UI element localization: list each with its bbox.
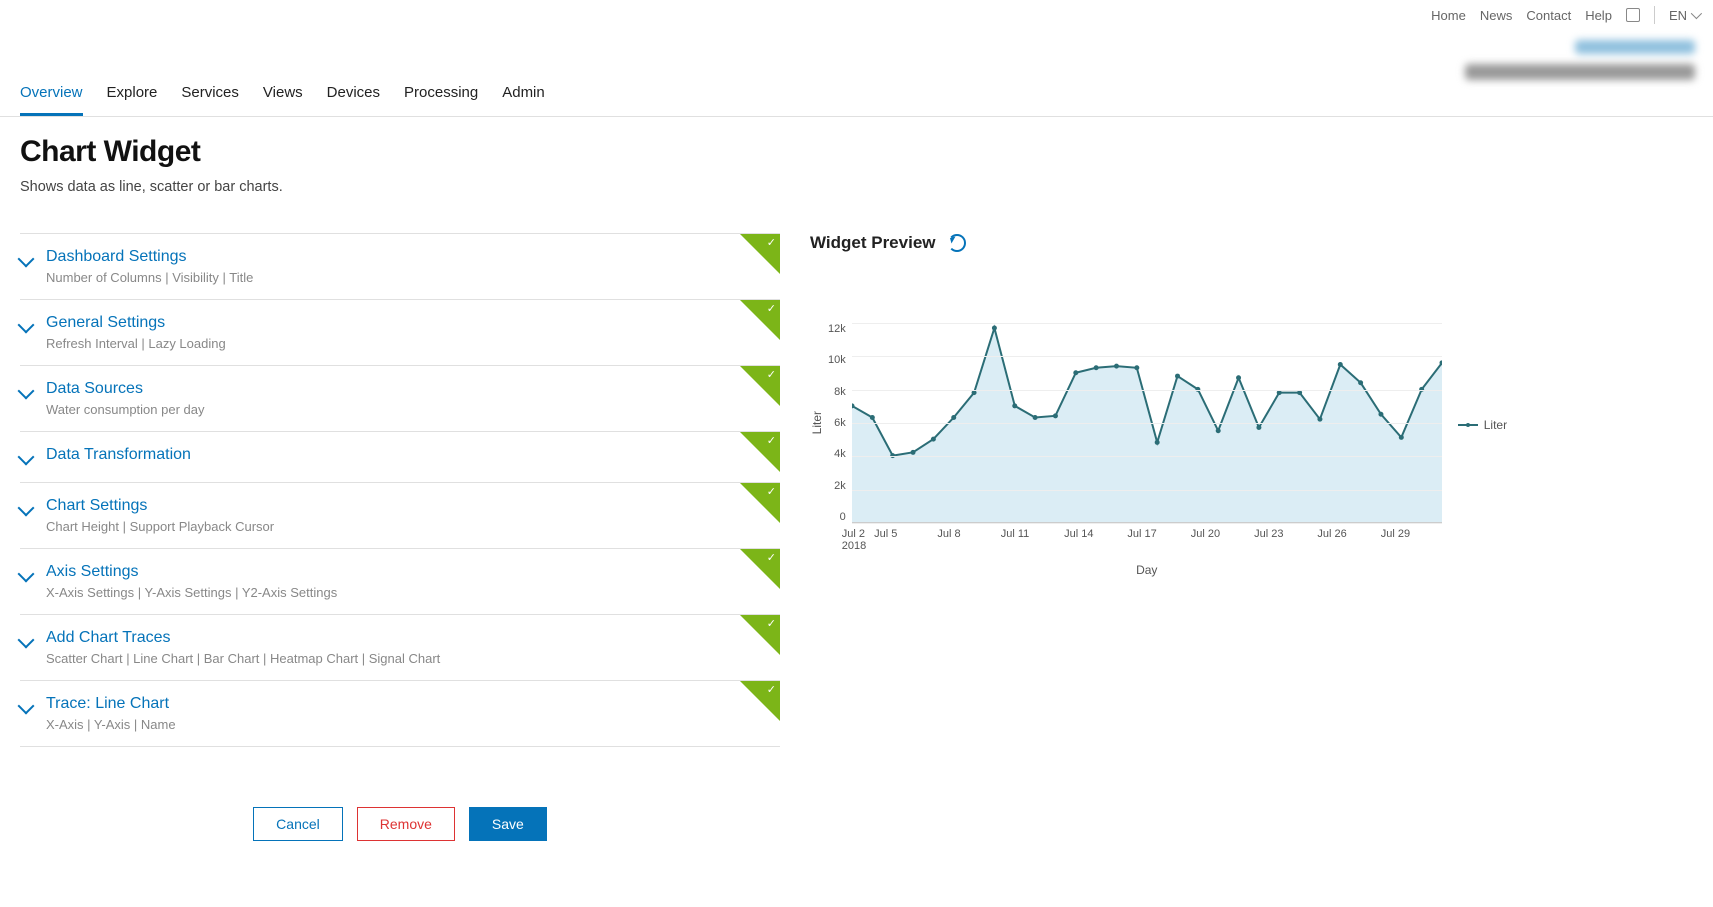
accordion-title: General Settings [46,314,226,332]
accordion-subtitle: X-Axis Settings | Y-Axis Settings | Y2-A… [46,585,337,600]
chevron-down-icon [18,632,35,649]
save-button[interactable]: Save [469,807,547,841]
accordion-item[interactable]: Add Chart Traces Scatter Chart | Line Ch… [20,614,780,680]
check-icon [740,366,780,406]
chevron-down-icon [18,566,35,583]
accordion-subtitle: Refresh Interval | Lazy Loading [46,336,226,351]
refresh-icon[interactable] [948,234,966,252]
accordion-title: Add Chart Traces [46,629,440,647]
x-tick: Jul 14 [1064,528,1124,540]
blurred-text [1575,40,1695,54]
x-tick: Jul 5 [874,528,934,540]
accordion-item[interactable]: Chart Settings Chart Height | Support Pl… [20,482,780,548]
chevron-down-icon [18,317,35,334]
accordion-title: Data Transformation [46,446,191,464]
x-tick: Jul 20 [1191,528,1251,540]
nav-processing[interactable]: Processing [404,74,478,116]
x-tick: Jul 23 [1254,528,1314,540]
nav-overview[interactable]: Overview [20,74,83,116]
language-selector[interactable]: EN [1669,8,1699,23]
page-title: Chart Widget [20,135,1693,169]
accordion-title: Axis Settings [46,563,337,581]
accordion-subtitle: Number of Columns | Visibility | Title [46,270,253,285]
check-icon [740,432,780,472]
chevron-down-icon [18,383,35,400]
accordion-title: Data Sources [46,380,204,398]
check-icon [740,681,780,721]
y-axis-ticks: 12k10k8k6k4k2k0 [828,323,852,523]
accordion-item[interactable]: General Settings Refresh Interval | Lazy… [20,299,780,365]
accordion-subtitle: Water consumption per day [46,402,204,417]
plot-area: Jul 22018Jul 5Jul 8Jul 11Jul 14Jul 17Jul… [852,323,1442,523]
accordion-subtitle: X-Axis | Y-Axis | Name [46,717,176,732]
nav-explore[interactable]: Explore [107,74,158,116]
accordion-item[interactable]: Trace: Line Chart X-Axis | Y-Axis | Name [20,680,780,747]
main-nav: Overview Explore Services Views Devices … [0,74,1713,117]
legend-swatch [1458,424,1478,426]
accordion-item[interactable]: Axis Settings X-Axis Settings | Y-Axis S… [20,548,780,614]
action-bar: Cancel Remove Save [20,807,780,841]
chevron-down-icon [18,698,35,715]
nav-devices[interactable]: Devices [327,74,380,116]
widget-preview: Widget Preview Liter 12k10k8k6k4k2k0 Jul… [810,233,1693,523]
utility-nav: Home News Contact Help EN [0,0,1713,30]
accordion-item[interactable]: Data Sources Water consumption per day [20,365,780,431]
check-icon [740,483,780,523]
nav-admin[interactable]: Admin [502,74,545,116]
check-icon [740,549,780,589]
accordion-subtitle: Scatter Chart | Line Chart | Bar Chart |… [46,651,440,666]
nav-views[interactable]: Views [263,74,303,116]
topnav-home[interactable]: Home [1431,8,1466,23]
chart-legend: Liter [1458,327,1507,523]
y-axis-label: Liter [810,411,824,434]
check-icon [740,300,780,340]
fullscreen-icon[interactable] [1626,8,1640,22]
preview-title: Widget Preview [810,233,936,253]
chart: Liter 12k10k8k6k4k2k0 Jul 22018Jul 5Jul … [810,323,1693,523]
x-tick: Jul 8 [937,528,997,540]
nav-services[interactable]: Services [181,74,239,116]
chevron-down-icon [18,251,35,268]
settings-accordion: Dashboard Settings Number of Columns | V… [20,233,780,747]
check-icon [740,615,780,655]
topnav-contact[interactable]: Contact [1526,8,1571,23]
language-label: EN [1669,8,1687,23]
x-tick: Jul 26 [1317,528,1377,540]
cancel-button[interactable]: Cancel [253,807,343,841]
accordion-title: Trace: Line Chart [46,695,176,713]
accordion-title: Dashboard Settings [46,248,253,266]
accordion-item[interactable]: Data Transformation [20,431,780,482]
blurred-text [1465,64,1695,80]
chevron-down-icon [18,449,35,466]
legend-label: Liter [1484,418,1507,432]
accordion-subtitle: Chart Height | Support Playback Cursor [46,519,274,534]
page-header: Chart Widget Shows data as line, scatter… [0,117,1713,203]
topnav-news[interactable]: News [1480,8,1513,23]
chevron-down-icon [18,500,35,517]
x-axis-label: Day [852,563,1442,577]
check-icon [740,234,780,274]
accordion-item[interactable]: Dashboard Settings Number of Columns | V… [20,233,780,299]
divider [1654,6,1655,24]
x-tick: Jul 11 [1001,528,1061,540]
accordion-title: Chart Settings [46,497,274,515]
x-tick: Jul 29 [1381,528,1441,540]
x-tick: Jul 17 [1127,528,1187,540]
remove-button[interactable]: Remove [357,807,455,841]
page-description: Shows data as line, scatter or bar chart… [20,179,1693,195]
topnav-help[interactable]: Help [1585,8,1612,23]
chevron-down-icon [1691,8,1702,19]
